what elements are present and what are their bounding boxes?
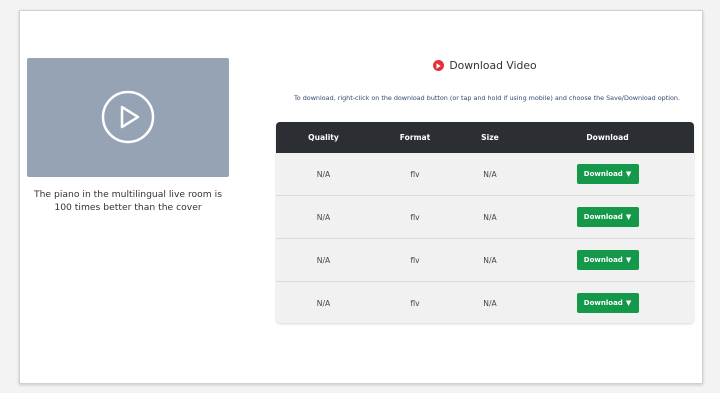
download-button[interactable]: Download ▼ — [576, 207, 639, 227]
play-circle-icon — [433, 60, 445, 71]
download-button-label: Download — [583, 256, 623, 264]
table-row: N/A flv N/A Download ▼ — [276, 281, 694, 323]
download-button-label: Download — [583, 299, 623, 307]
table-row: N/A flv N/A Download ▼ — [276, 195, 694, 238]
caret-down-icon: ▼ — [625, 213, 632, 221]
table-header: Quality Format Size Download — [276, 122, 694, 153]
page-title-text: Download Video — [449, 59, 537, 72]
caret-down-icon: ▼ — [625, 299, 632, 307]
size-cell: N/A — [483, 169, 497, 179]
quality-cell: N/A — [316, 255, 331, 265]
quality-cell: N/A — [316, 169, 331, 179]
format-cell: flv — [410, 169, 420, 179]
download-button[interactable]: Download ▼ — [576, 293, 639, 313]
format-cell: flv — [410, 298, 420, 308]
download-table: Quality Format Size Download N/A flv N/A… — [276, 122, 694, 323]
download-button[interactable]: Download ▼ — [576, 164, 639, 184]
download-cell: Download ▼ — [521, 207, 694, 227]
table-body: N/A flv N/A Download ▼ N/A flv N/A Downl… — [276, 153, 694, 323]
download-button-label: Download — [583, 213, 623, 221]
size-cell: N/A — [483, 298, 497, 308]
page-title: Download Video — [276, 59, 694, 72]
quality-cell: N/A — [316, 212, 331, 222]
column-header-format: Format — [399, 133, 431, 142]
column-header-download: Download — [586, 133, 629, 142]
size-cell: N/A — [483, 255, 497, 265]
download-button-label: Download — [583, 170, 623, 178]
column-header-size: Size — [481, 133, 499, 142]
download-instructions: To download, right-click on the download… — [293, 94, 681, 102]
caret-down-icon: ▼ — [625, 256, 632, 264]
quality-cell: N/A — [316, 298, 331, 308]
video-thumbnail[interactable] — [27, 58, 229, 177]
table-row: N/A flv N/A Download ▼ — [276, 238, 694, 281]
caret-down-icon: ▼ — [625, 170, 632, 178]
play-icon[interactable] — [101, 90, 155, 144]
download-cell: Download ▼ — [521, 164, 694, 184]
format-cell: flv — [410, 212, 420, 222]
column-header-quality: Quality — [308, 133, 339, 142]
size-cell: N/A — [483, 212, 497, 222]
download-cell: Download ▼ — [521, 293, 694, 313]
format-cell: flv — [410, 255, 420, 265]
download-button[interactable]: Download ▼ — [576, 250, 639, 270]
download-cell: Download ▼ — [521, 250, 694, 270]
video-caption: The piano in the multilingual live room … — [34, 189, 222, 213]
table-row: N/A flv N/A Download ▼ — [276, 153, 694, 195]
